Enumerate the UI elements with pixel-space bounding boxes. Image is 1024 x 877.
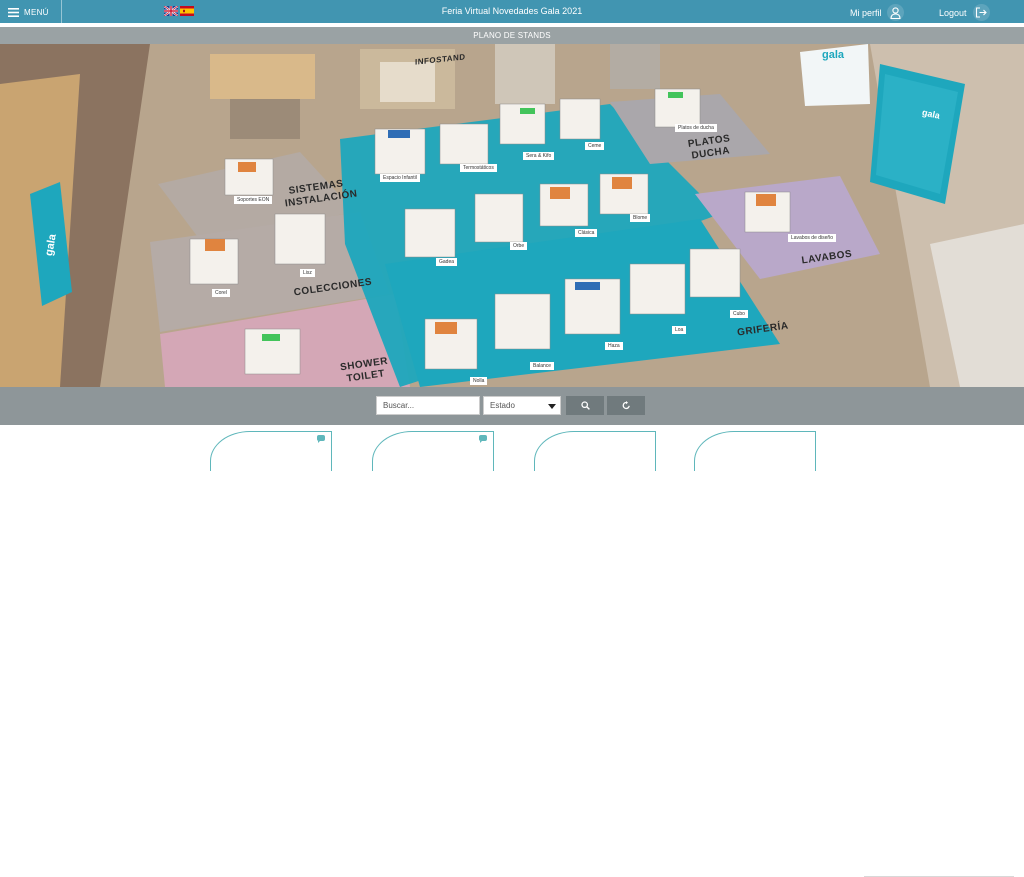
stand-label: Termostáticos: [460, 164, 497, 172]
stand-label: Gadea: [436, 258, 458, 266]
estado-value: Estado: [490, 401, 515, 410]
refresh-icon: [622, 401, 630, 410]
logout-icon: [972, 4, 990, 21]
stand-label: Platos de ducha: [675, 124, 717, 132]
chevron-down-icon: [548, 404, 556, 409]
search-input[interactable]: [376, 396, 480, 415]
stand-label: Sera & Kifo: [523, 152, 555, 160]
chat-icon[interactable]: [479, 435, 487, 443]
floor-plan-illustration: [0, 44, 1024, 387]
gala-banner-top: gala: [822, 49, 845, 61]
stand-label: Nolla: [470, 377, 488, 385]
stand-card[interactable]: [210, 431, 332, 471]
profile-button[interactable]: Mi perfil: [850, 4, 904, 21]
stand-label: Blome: [630, 214, 651, 222]
profile-label: Mi perfil: [850, 7, 882, 18]
stand-label: Orbe: [510, 242, 528, 250]
estado-select[interactable]: Estado: [483, 396, 561, 415]
search-button[interactable]: [566, 396, 604, 415]
stand-label: Loa: [672, 326, 687, 334]
stand-label: Lavabos de diseño: [788, 234, 836, 242]
stand-label: Haza: [605, 342, 623, 350]
stand-label: Cubo: [730, 310, 748, 318]
stand-label: Soportes EON: [234, 196, 273, 204]
chat-icon[interactable]: [317, 435, 325, 443]
reset-button[interactable]: [607, 396, 645, 415]
stand-cards: [0, 425, 1024, 877]
user-icon: [886, 4, 904, 21]
stand-plan-header: PLANO DE STANDS: [0, 27, 1024, 44]
stand-plan-map: INFOSTAND PLATOS DUCHA SISTEMAS INSTALAC…: [0, 44, 1024, 387]
search-icon: [580, 401, 590, 410]
stand-card[interactable]: [694, 431, 816, 471]
stand-label: Clásica: [575, 229, 598, 237]
stand-label: Espacio Infantil: [380, 174, 420, 182]
stand-label: Balance: [530, 362, 555, 370]
stand-card[interactable]: [372, 431, 494, 471]
stand-label: Ceme: [585, 142, 605, 150]
top-bar: MENÚ Feria Virtual Novedades Gala 2021 M…: [0, 0, 1024, 23]
logout-label: Logout: [939, 7, 967, 18]
logout-button[interactable]: Logout: [939, 4, 990, 21]
stand-card[interactable]: [534, 431, 656, 471]
stand-label: Lisz: [300, 269, 315, 277]
stand-label: Corel: [212, 289, 230, 297]
